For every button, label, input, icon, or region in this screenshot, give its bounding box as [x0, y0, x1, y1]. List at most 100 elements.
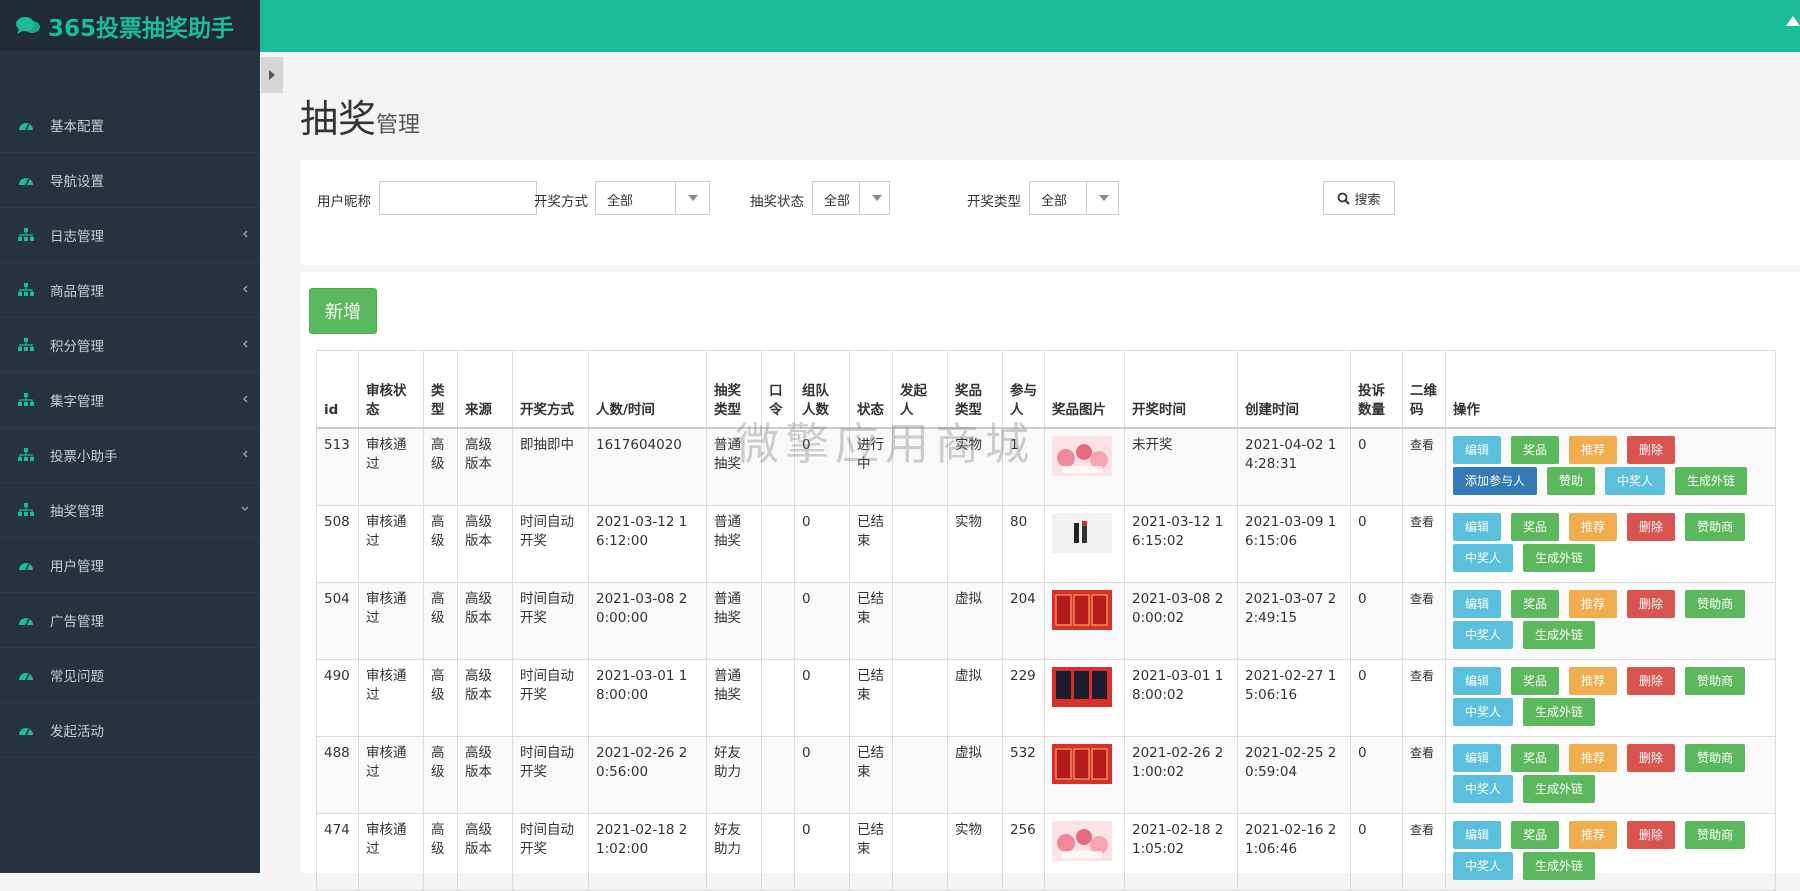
op-button[interactable]: 推荐	[1569, 820, 1618, 849]
cell-team: 0	[794, 735, 850, 814]
brand-title: 365投票抽奖助手	[48, 15, 235, 42]
sidebar-item[interactable]: 用户管理	[0, 538, 260, 593]
op-button[interactable]: 奖品	[1511, 435, 1560, 464]
op-button[interactable]: 生成外链	[1523, 620, 1596, 649]
op-button[interactable]: 删除	[1627, 743, 1676, 772]
sitemap-icon	[18, 228, 34, 242]
op-button[interactable]: 赞助商	[1685, 743, 1746, 772]
op-button[interactable]: 生成外链	[1675, 466, 1748, 495]
cell-lottery-type: 普通抽奖	[706, 658, 762, 737]
cell-status: 已结束	[849, 735, 893, 814]
search-icon	[1338, 192, 1351, 205]
op-button[interactable]: 编辑	[1453, 820, 1502, 849]
nickname-input[interactable]	[379, 181, 537, 215]
op-button[interactable]: 删除	[1627, 666, 1676, 695]
user-menu-caret-icon[interactable]	[1786, 16, 1800, 26]
draw-method-select[interactable]: 全部	[595, 181, 710, 215]
draw-type-select[interactable]: 全部	[1029, 181, 1119, 215]
op-button[interactable]: 编辑	[1453, 743, 1502, 772]
cell-people-time: 2021-03-01 18:00:00	[588, 658, 707, 737]
sidebar-item[interactable]: 积分管理	[0, 318, 260, 373]
cell-source: 高级版本	[457, 581, 513, 660]
draw-type-value: 全部	[1041, 194, 1068, 209]
sidebar-item[interactable]: 广告管理	[0, 593, 260, 648]
draw-method-value: 全部	[607, 194, 634, 209]
op-button[interactable]: 中奖人	[1453, 851, 1514, 880]
op-button[interactable]: 删除	[1627, 435, 1676, 464]
op-button[interactable]: 推荐	[1569, 435, 1618, 464]
cell-id: 508	[316, 504, 359, 583]
op-button[interactable]: 推荐	[1569, 512, 1618, 541]
sidebar-item[interactable]: 基本配置	[0, 98, 260, 153]
sidebar-item[interactable]: 日志管理	[0, 208, 260, 263]
sidebar-item[interactable]: 商品管理	[0, 263, 260, 318]
cell-code	[761, 812, 795, 891]
cell-type: 高级	[423, 581, 458, 660]
op-button[interactable]: 推荐	[1569, 666, 1618, 695]
qrcode-view-link[interactable]: 查看	[1402, 735, 1446, 814]
sidebar-item[interactable]: 集字管理	[0, 373, 260, 428]
qrcode-view-link[interactable]: 查看	[1402, 658, 1446, 737]
op-button[interactable]: 编辑	[1453, 435, 1502, 464]
chevron-left-icon	[240, 337, 250, 351]
prize-image-cell	[1044, 581, 1125, 660]
op-button[interactable]: 编辑	[1453, 589, 1502, 618]
op-button[interactable]: 推荐	[1569, 589, 1618, 618]
op-button[interactable]: 赞助商	[1685, 820, 1746, 849]
op-button[interactable]: 奖品	[1511, 666, 1560, 695]
search-button[interactable]: 搜索	[1323, 181, 1395, 215]
cell-prize-type: 虚拟	[947, 581, 1003, 660]
sidebar-item[interactable]: 抽奖管理	[0, 483, 260, 538]
sidebar-toggle-button[interactable]	[261, 57, 283, 93]
cell-draw-time: 2021-03-12 16:15:02	[1124, 504, 1238, 583]
op-button[interactable]: 中奖人	[1453, 543, 1514, 572]
qrcode-view-link[interactable]: 查看	[1402, 504, 1446, 583]
op-button[interactable]: 中奖人	[1453, 697, 1514, 726]
op-button[interactable]: 奖品	[1511, 589, 1560, 618]
op-button[interactable]: 生成外链	[1523, 697, 1596, 726]
op-button[interactable]: 奖品	[1511, 512, 1560, 541]
status-select[interactable]: 全部	[812, 181, 890, 215]
cell-type: 高级	[423, 504, 458, 583]
qrcode-view-link[interactable]: 查看	[1402, 427, 1446, 506]
op-button[interactable]: 删除	[1627, 820, 1676, 849]
qrcode-view-link[interactable]: 查看	[1402, 581, 1446, 660]
sitemap-icon	[18, 283, 34, 297]
op-button[interactable]: 奖品	[1511, 820, 1560, 849]
op-button[interactable]: 生成外链	[1523, 543, 1596, 572]
op-button[interactable]: 中奖人	[1453, 620, 1514, 649]
operations-cell: 编辑 奖品 推荐 删除添加参与人 赞助 中奖人 生成外链	[1445, 427, 1776, 506]
op-button[interactable]: 生成外链	[1523, 774, 1596, 803]
op-button[interactable]: 赞助	[1547, 466, 1596, 495]
qrcode-view-link[interactable]: 查看	[1402, 812, 1446, 891]
operations-cell: 编辑 奖品 推荐 删除 赞助商中奖人 生成外链	[1445, 735, 1776, 814]
op-button[interactable]: 添加参与人	[1453, 466, 1538, 495]
op-button[interactable]: 中奖人	[1605, 466, 1666, 495]
op-button[interactable]: 赞助商	[1685, 589, 1746, 618]
sidebar-item[interactable]: 常见问题	[0, 648, 260, 703]
cell-prize-type: 实物	[947, 504, 1003, 583]
cell-id: 504	[316, 581, 359, 660]
op-button[interactable]: 编辑	[1453, 666, 1502, 695]
cell-id: 513	[316, 427, 359, 506]
op-button[interactable]: 删除	[1627, 512, 1676, 541]
cell-draw-time: 2021-02-26 21:00:02	[1124, 735, 1238, 814]
op-button[interactable]: 编辑	[1453, 512, 1502, 541]
brand[interactable]: 365投票抽奖助手	[0, 0, 260, 51]
sidebar-item[interactable]: 导航设置	[0, 153, 260, 208]
op-button[interactable]: 赞助商	[1685, 512, 1746, 541]
op-button[interactable]: 删除	[1627, 589, 1676, 618]
sidebar-item[interactable]: 投票小助手	[0, 428, 260, 483]
op-button[interactable]: 推荐	[1569, 743, 1618, 772]
sidebar-item[interactable]: 发起活动	[0, 703, 260, 758]
op-button[interactable]: 赞助商	[1685, 666, 1746, 695]
table-row: 490 审核通过 高级 高级版本 时间自动开奖 2021-03-01 18:00:00 普通…	[316, 658, 1776, 737]
add-button[interactable]: 新增	[309, 288, 377, 334]
cell-source: 高级版本	[457, 812, 513, 891]
op-button[interactable]: 中奖人	[1453, 774, 1514, 803]
page-title-main: 抽奖	[300, 97, 377, 141]
cell-people-time: 2021-03-08 20:00:00	[588, 581, 707, 660]
op-button[interactable]: 生成外链	[1523, 851, 1596, 880]
table-header-cell: 审核状态	[358, 350, 424, 429]
op-button[interactable]: 奖品	[1511, 743, 1560, 772]
